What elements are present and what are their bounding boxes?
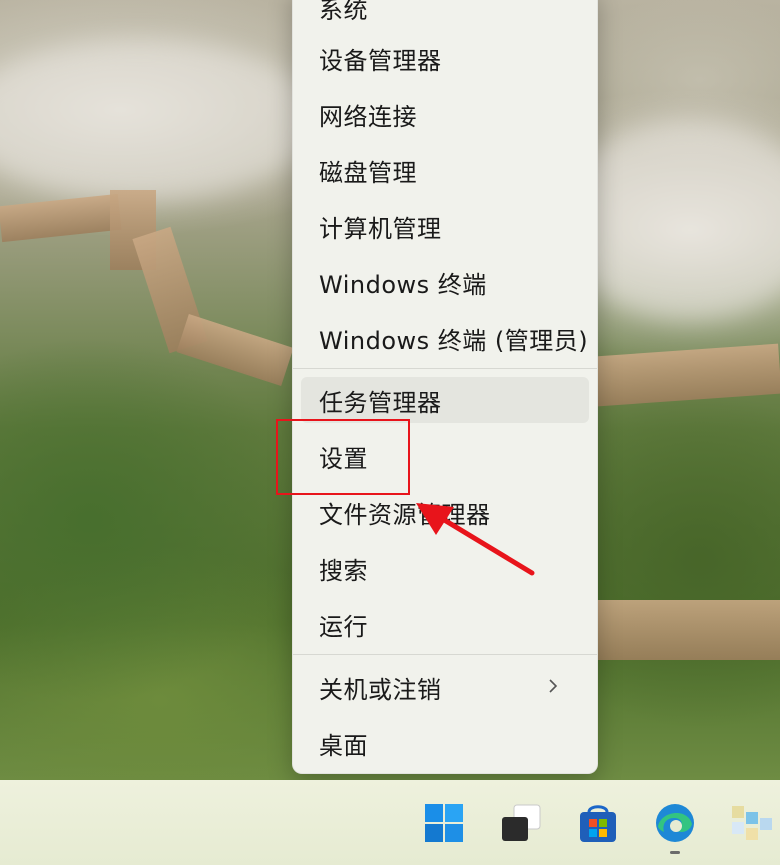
task-view-icon[interactable] — [500, 802, 542, 844]
winx-context-menu: 系统 设备管理器 网络连接 磁盘管理 计算机管理 Windows 终端 Wind… — [292, 0, 598, 774]
menu-item-windows-terminal[interactable]: Windows 终端 — [301, 259, 589, 305]
active-app-indicator — [670, 851, 680, 854]
menu-item-task-manager[interactable]: 任务管理器 — [301, 377, 589, 423]
chevron-right-icon — [549, 679, 558, 693]
menu-item-disk-management[interactable]: 磁盘管理 — [301, 147, 589, 193]
menu-item-shutdown-signout[interactable]: 关机或注销 — [301, 664, 589, 710]
edge-browser-icon[interactable] — [654, 802, 696, 844]
widget-icon[interactable] — [728, 802, 780, 844]
menu-separator — [293, 368, 597, 369]
windows-start-icon[interactable] — [423, 802, 465, 844]
menu-separator — [293, 654, 597, 655]
microsoft-store-icon[interactable] — [577, 802, 619, 844]
menu-item-device-manager[interactable]: 设备管理器 — [301, 35, 589, 81]
menu-item-computer-management[interactable]: 计算机管理 — [301, 203, 589, 249]
annotation-highlight-box — [276, 419, 410, 495]
menu-item-network-connections[interactable]: 网络连接 — [301, 91, 589, 137]
menu-item-run[interactable]: 运行 — [301, 601, 589, 647]
menu-item-windows-terminal-admin[interactable]: Windows 终端 (管理员) — [301, 315, 589, 361]
menu-item-system[interactable]: 系统 — [301, 0, 589, 27]
menu-item-desktop[interactable]: 桌面 — [301, 720, 589, 766]
annotation-arrow-icon — [416, 503, 535, 576]
